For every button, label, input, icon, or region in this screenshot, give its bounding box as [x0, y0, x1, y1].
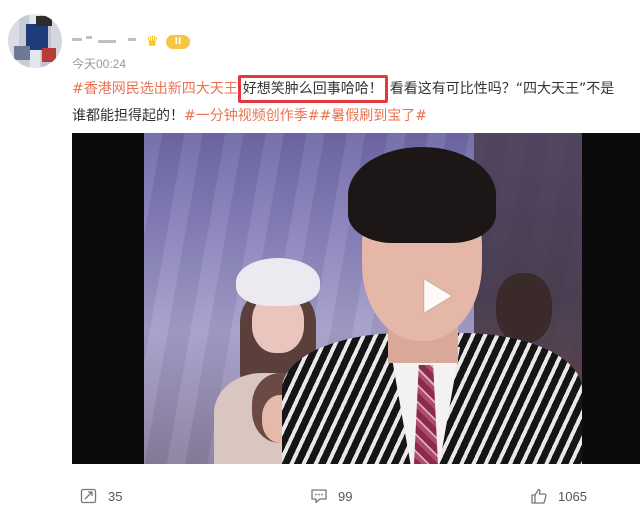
username-blurred[interactable]: [72, 32, 142, 46]
video-player[interactable]: [72, 133, 640, 464]
post-text-continued: 看看这有可比性吗？“四大天王”不是: [389, 81, 615, 97]
thumbs-up-icon: [531, 488, 547, 504]
like-count: 1065: [558, 488, 587, 504]
comment-icon: [311, 489, 327, 504]
video-frame: [144, 133, 582, 464]
post-text-line-2: 谁都能担得起的！#一分钟视频创作季##暑假刷到宝了#: [72, 105, 427, 127]
repost-count: 35: [108, 488, 123, 504]
comment-count: 99: [338, 488, 353, 504]
vip-level-label: II: [166, 35, 190, 49]
repost-icon: [80, 488, 97, 504]
post-text-tail: 谁都能担得起的！: [72, 108, 184, 124]
post-header: ♛ II 今天00:24: [0, 0, 640, 80]
action-bar: 35 99 1065: [0, 478, 640, 514]
play-icon: [423, 278, 453, 314]
comment-button[interactable]: 99: [310, 484, 352, 508]
post-timestamp: 今天00:24: [72, 57, 127, 71]
vip-badge[interactable]: ♛ II: [146, 34, 192, 50]
play-button[interactable]: [416, 276, 456, 316]
post-text-line-1: #香港网民选出新四大天王 好想笑肿么回事哈哈！ 看看这有可比性吗？“四大天王”不是: [72, 75, 615, 103]
hashtag-links[interactable]: #一分钟视频创作季##暑假刷到宝了#: [184, 108, 427, 124]
avatar[interactable]: [8, 14, 62, 68]
highlighted-text: 好想笑肿么回事哈哈！: [237, 75, 388, 103]
hashtag-link[interactable]: #香港网民选出新四大天王: [72, 81, 238, 97]
crown-icon: ♛: [146, 34, 159, 50]
repost-button[interactable]: 35: [80, 484, 122, 508]
like-button[interactable]: 1065: [530, 484, 587, 508]
